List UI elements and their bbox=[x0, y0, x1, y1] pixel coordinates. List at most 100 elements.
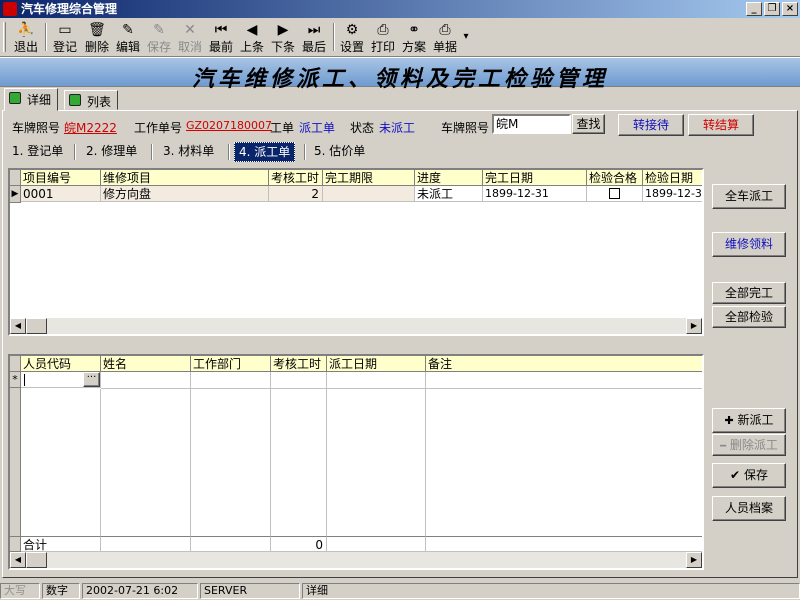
toolbar: ⛹ 退出 ▭ 登记 🗑 删除 ✎ 编辑 ✎ 保存 ✕ 取消 ⏮ 最前 ◀ 上条 ▶ 下条 ⏭ 最后 … bbox=[0, 19, 800, 57]
scroll-thumb[interactable] bbox=[26, 318, 47, 334]
settings-icon: ⚙ bbox=[345, 22, 359, 38]
col-header-dispatch-date[interactable]: 派工日期 bbox=[327, 356, 426, 372]
total-label: 合计 bbox=[21, 536, 101, 552]
toolbar-cancel-button[interactable]: ✕ 取消 bbox=[175, 22, 205, 55]
toolbar-register-button[interactable]: ▭ 登记 bbox=[50, 22, 80, 55]
total-cell bbox=[101, 536, 191, 552]
new-row-marker: * bbox=[10, 372, 21, 388]
staff-grid[interactable]: 人员代码 姓名 工作部门 考核工时 派工日期 备注 * ··· 合计 0 ◀ ▶ bbox=[8, 354, 704, 570]
dispatch-all-button[interactable]: 全车派工 bbox=[712, 184, 786, 209]
search-plate-label: 车牌照号 bbox=[441, 121, 490, 135]
subtab-repair[interactable]: 2. 修理单 bbox=[82, 142, 141, 162]
minimize-button[interactable]: _ bbox=[746, 2, 762, 16]
grid-corner bbox=[10, 356, 21, 372]
toolbar-settings-button[interactable]: ⚙ 设置 bbox=[337, 22, 367, 55]
column-staff-code[interactable] bbox=[21, 389, 101, 536]
subtab-estimate[interactable]: 5. 估价单 bbox=[310, 142, 369, 162]
col-header-item[interactable]: 维修项目 bbox=[101, 170, 269, 186]
toolbar-edit-button[interactable]: ✎ 编辑 bbox=[113, 22, 143, 55]
status-server: SERVER bbox=[200, 583, 300, 599]
col-header-department[interactable]: 工作部门 bbox=[191, 356, 271, 372]
grid1-horizontal-scrollbar[interactable]: ◀ ▶ bbox=[10, 318, 702, 334]
subtab-register[interactable]: 1. 登记单 bbox=[8, 142, 67, 162]
cell-check-date[interactable]: 1899-12-31 bbox=[643, 186, 702, 202]
cell-hours[interactable]: 2 bbox=[269, 186, 323, 202]
cell-progress[interactable]: 未派工 bbox=[415, 186, 483, 202]
window-title: 汽车修理综合管理 bbox=[21, 2, 118, 16]
toolbar-print-button[interactable]: ⎙ 打印 bbox=[368, 22, 398, 55]
scroll-left-icon[interactable]: ◀ bbox=[10, 318, 26, 334]
col-header-hours[interactable]: 考核工时 bbox=[269, 170, 323, 186]
col-header-staff-hours[interactable]: 考核工时 bbox=[271, 356, 327, 372]
toolbar-separator bbox=[333, 23, 335, 51]
status-view: 详细 bbox=[302, 583, 800, 599]
tab-list[interactable]: 列表 bbox=[64, 90, 119, 110]
current-row-indicator: ▶ bbox=[10, 186, 21, 203]
toolbar-grip[interactable] bbox=[3, 22, 6, 52]
scroll-left-icon[interactable]: ◀ bbox=[10, 552, 26, 568]
toolbar-next-button[interactable]: ▶ 下条 bbox=[268, 22, 298, 55]
next-icon: ▶ bbox=[277, 22, 289, 38]
total-cell bbox=[191, 536, 271, 552]
col-header-done-date[interactable]: 完工日期 bbox=[483, 170, 587, 186]
tab-detail[interactable]: 详细 bbox=[4, 88, 59, 111]
col-header-staff-code[interactable]: 人员代码 bbox=[21, 356, 101, 372]
scroll-right-icon[interactable]: ▶ bbox=[686, 552, 702, 568]
staff-code-input[interactable]: ··· bbox=[21, 372, 101, 388]
total-row-indicator bbox=[10, 536, 21, 552]
scroll-thumb[interactable] bbox=[26, 552, 47, 568]
toolbar-exit-button[interactable]: ⛹ 退出 bbox=[10, 22, 42, 55]
column-dispatch-date[interactable] bbox=[327, 372, 426, 536]
banner-title: 汽车维修派工、领料及完工检验管理 bbox=[191, 66, 608, 92]
passed-checkbox[interactable] bbox=[609, 188, 620, 199]
exit-icon: ⛹ bbox=[17, 22, 35, 38]
staff-records-button[interactable]: 人员档案 bbox=[712, 496, 786, 521]
toolbar-document-button[interactable]: ⎙ 单据 bbox=[430, 22, 460, 55]
toolbar-prev-button[interactable]: ◀ 上条 bbox=[237, 22, 267, 55]
scroll-right-icon[interactable]: ▶ bbox=[686, 318, 702, 334]
toolbar-delete-button[interactable]: 🗑 删除 bbox=[82, 22, 112, 55]
document-icon: ⎙ bbox=[439, 22, 451, 38]
column-name[interactable] bbox=[101, 372, 191, 536]
repair-items-grid[interactable]: 项目编号 维修项目 考核工时 完工期限 进度 完工日期 检验合格 检验日期 ▶ … bbox=[8, 168, 704, 336]
col-header-deadline[interactable]: 完工期限 bbox=[323, 170, 415, 186]
save-dispatch-button[interactable]: ✔ 保存 bbox=[712, 463, 786, 488]
col-header-remarks[interactable]: 备注 bbox=[426, 356, 702, 372]
cell-passed[interactable] bbox=[587, 186, 643, 202]
column-department[interactable] bbox=[191, 372, 271, 536]
toolbar-scheme-button[interactable]: ⚭ 方案 bbox=[399, 22, 429, 55]
complete-all-button[interactable]: 全部完工 bbox=[712, 282, 786, 304]
total-cell bbox=[327, 536, 426, 552]
cell-done-date[interactable]: 1899-12-31 bbox=[483, 186, 587, 202]
trash-icon: 🗑 bbox=[88, 22, 106, 38]
inspect-all-button[interactable]: 全部检验 bbox=[712, 306, 786, 328]
cell-code[interactable]: 0001 bbox=[21, 186, 101, 202]
col-header-progress[interactable]: 进度 bbox=[415, 170, 483, 186]
toolbar-last-button[interactable]: ⏭ 最后 bbox=[299, 22, 329, 55]
cell-item[interactable]: 修方向盘 bbox=[101, 186, 269, 202]
find-button[interactable]: 查找 bbox=[572, 114, 605, 134]
subtab-dispatch[interactable]: 4. 派工单 bbox=[234, 142, 296, 162]
transfer-reception-button[interactable]: 转接待 bbox=[618, 114, 684, 136]
material-pick-button[interactable]: 维修领料 bbox=[712, 232, 786, 257]
column-staff-hours[interactable] bbox=[271, 372, 327, 536]
new-dispatch-button[interactable]: ✚ 新派工 bbox=[712, 408, 786, 433]
close-button[interactable]: × bbox=[782, 2, 798, 16]
col-header-check-date[interactable]: 检验日期 bbox=[643, 170, 702, 186]
staff-lookup-button[interactable]: ··· bbox=[83, 372, 100, 387]
search-plate-input[interactable]: 皖M bbox=[492, 114, 571, 134]
col-header-passed[interactable]: 检验合格 bbox=[587, 170, 643, 186]
delete-dispatch-button[interactable]: ━ 删除派工 bbox=[712, 434, 786, 456]
toolbar-separator bbox=[45, 23, 47, 51]
col-header-code[interactable]: 项目编号 bbox=[21, 170, 101, 186]
check-icon: ✔ bbox=[730, 468, 741, 482]
subtab-separator bbox=[74, 144, 76, 160]
toolbar-save-button[interactable]: ✎ 保存 bbox=[144, 22, 174, 55]
subtab-material[interactable]: 3. 材料单 bbox=[159, 142, 218, 162]
cell-deadline[interactable] bbox=[323, 186, 415, 202]
grid2-horizontal-scrollbar[interactable]: ◀ ▶ bbox=[10, 552, 702, 568]
toolbar-first-button[interactable]: ⏮ 最前 bbox=[206, 22, 236, 55]
transfer-settlement-button[interactable]: 转结算 bbox=[688, 114, 754, 136]
restore-button[interactable]: ❐ bbox=[764, 2, 780, 16]
col-header-name[interactable]: 姓名 bbox=[101, 356, 191, 372]
